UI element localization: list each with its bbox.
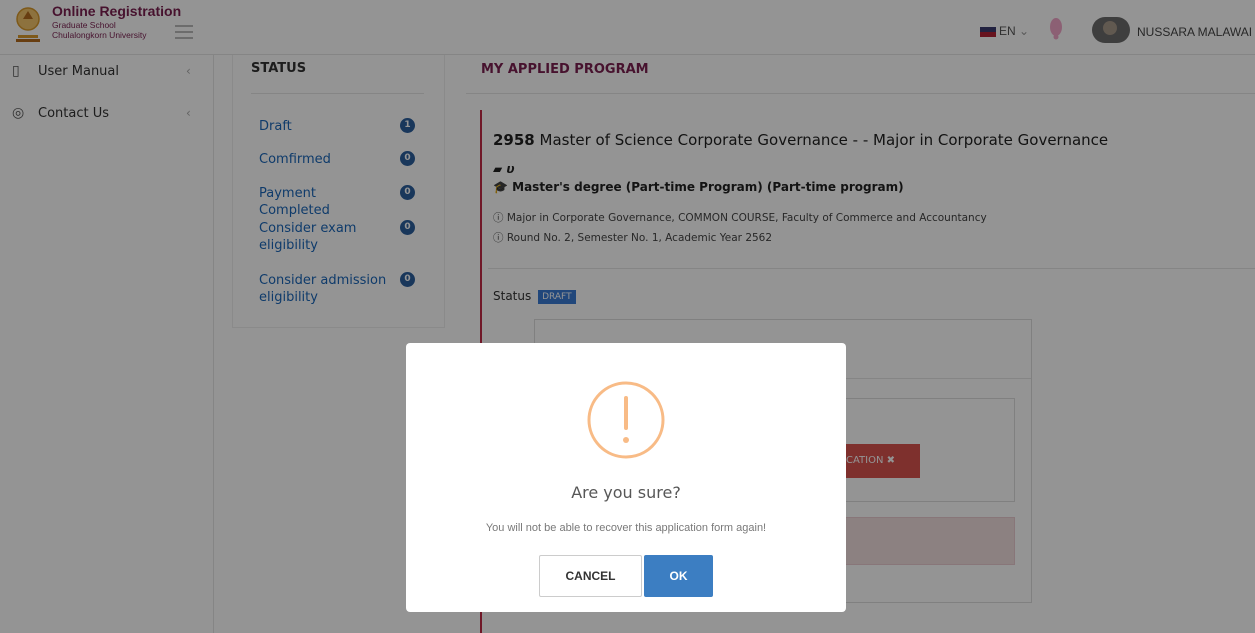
confirm-dialog: Are you sure? You will not be able to re…	[406, 343, 846, 612]
cancel-button[interactable]: CANCEL	[539, 555, 642, 597]
dialog-title: Are you sure?	[571, 483, 681, 502]
dialog-message: You will not be able to recover this app…	[485, 522, 767, 534]
ok-button[interactable]: OK	[644, 555, 713, 597]
warning-icon	[587, 381, 665, 459]
